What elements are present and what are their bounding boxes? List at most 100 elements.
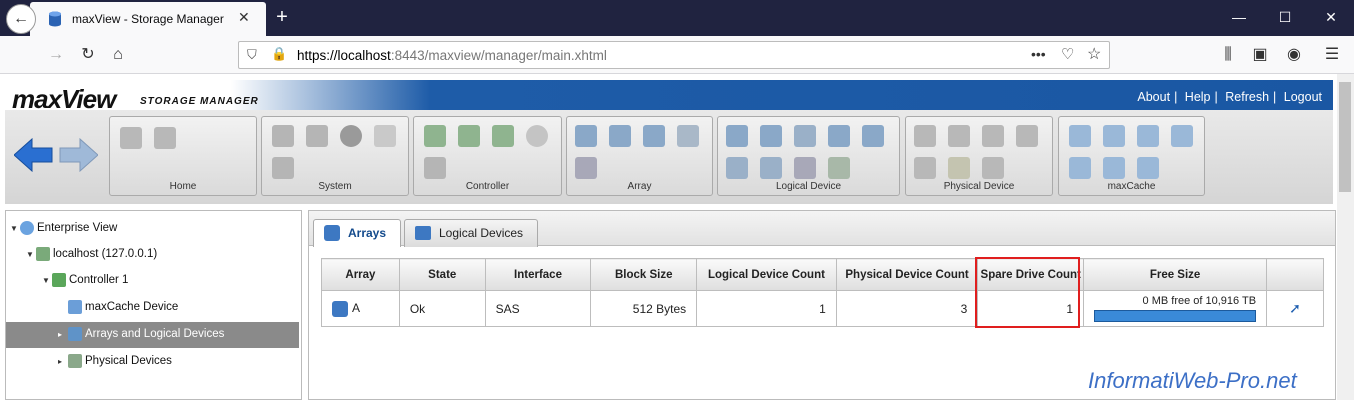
pd-flash-icon[interactable]	[948, 157, 970, 179]
tree-item-maxcache-device[interactable]: maxCache Device	[68, 297, 178, 317]
menu-icon[interactable]: ☰	[1318, 42, 1346, 68]
ld-verify-icon[interactable]	[862, 125, 884, 147]
ld-cache-icon[interactable]	[828, 157, 850, 179]
refresh-link[interactable]: Refresh	[1225, 90, 1269, 104]
column-header[interactable]: Physical Device Count	[835, 258, 979, 291]
collapse-arrow-icon[interactable]: ▸	[58, 325, 68, 345]
tree-item-controller[interactable]: ▼ Controller 1	[42, 270, 128, 290]
array-search-icon[interactable]	[677, 125, 699, 147]
ld-expand-icon[interactable]	[794, 125, 816, 147]
back-arrow-icon[interactable]	[13, 137, 54, 181]
toolbar-group-logical-device: Logical Device	[717, 116, 900, 196]
tree-item-enterprise-view[interactable]: ▼ Enterprise View	[10, 218, 117, 238]
system-settings-icon[interactable]	[272, 125, 294, 147]
minimize-button[interactable]: —	[1216, 0, 1262, 34]
expand-arrow-icon[interactable]: ▼	[10, 219, 20, 239]
shield-icon[interactable]: ⛉	[247, 47, 257, 63]
about-link[interactable]: About	[1137, 90, 1170, 104]
array-tools-icon[interactable]	[609, 125, 631, 147]
pd-verify-icon[interactable]	[1016, 125, 1038, 147]
reload-button[interactable]: ↻	[74, 42, 102, 68]
tree-item-localhost[interactable]: ▼ localhost (127.0.0.1)	[26, 244, 157, 264]
add-system-icon[interactable]	[120, 127, 142, 149]
properties-icon[interactable]	[374, 125, 396, 147]
ld-delete-icon[interactable]	[794, 157, 816, 179]
cache-disable-icon[interactable]	[1137, 125, 1159, 147]
ld-add-icon[interactable]	[760, 125, 782, 147]
browser-tab[interactable]: maxView - Storage Manager ✕	[30, 2, 266, 36]
controller-search-icon[interactable]	[492, 125, 514, 147]
tree-item-arrays-logical-devices[interactable]: ▸ Arrays and Logical Devices	[58, 324, 224, 344]
ld-refresh-icon[interactable]	[828, 125, 850, 147]
gear-icon[interactable]	[340, 125, 362, 147]
toolbar-group-maxcache: maxCache	[1058, 116, 1205, 196]
column-header[interactable]: Interface	[484, 258, 592, 291]
library-icon[interactable]: ⫼	[1214, 42, 1242, 68]
array-settings-icon[interactable]	[575, 125, 597, 147]
tree-item-physical-devices[interactable]: ▸ Physical Devices	[58, 351, 172, 371]
array-delete-icon[interactable]	[575, 157, 597, 179]
logout-link[interactable]: Logout	[1284, 90, 1322, 104]
column-header[interactable]: Array	[321, 258, 400, 291]
cache-delete-icon[interactable]	[1103, 157, 1125, 179]
group-label-system: System	[318, 181, 352, 192]
ld-settings-icon[interactable]	[726, 125, 748, 147]
expand-details-icon[interactable]: ➚	[1266, 290, 1324, 327]
tab-logical-devices[interactable]: Logical Devices	[404, 219, 538, 247]
tab-arrays[interactable]: Arrays	[313, 219, 401, 247]
forward-arrow-icon[interactable]	[58, 137, 99, 181]
pd-delete-icon[interactable]	[982, 157, 1004, 179]
pd-locate-icon[interactable]	[914, 157, 936, 179]
new-tab-button[interactable]: +	[270, 4, 294, 30]
close-window-button[interactable]: ✕	[1308, 0, 1354, 34]
group-label-array: Array	[627, 181, 652, 192]
cache-power-icon[interactable]	[1137, 157, 1159, 179]
expand-arrow-icon[interactable]: ▼	[42, 271, 52, 291]
tree-label: Enterprise View	[37, 222, 118, 234]
lock-warning-icon[interactable]: 🔒	[271, 46, 287, 62]
interface-cell: SAS	[484, 290, 592, 327]
array-modify-icon[interactable]	[643, 125, 665, 147]
controller-tools-icon[interactable]	[458, 125, 480, 147]
sidebar-icon[interactable]: ▣	[1246, 42, 1274, 68]
column-header[interactable]: Block Size	[590, 258, 698, 291]
controller-settings-icon[interactable]	[424, 125, 446, 147]
block-size-cell: 512 Bytes	[590, 290, 698, 327]
home-icon[interactable]: ⌂	[104, 42, 132, 68]
pd-power-icon[interactable]	[982, 125, 1004, 147]
pd-settings-icon[interactable]	[914, 125, 936, 147]
table-row[interactable]: A Ok SAS 512 Bytes 1 3 1 0 MB free of 10…	[321, 290, 1324, 327]
collapse-arrow-icon[interactable]: ▸	[58, 352, 68, 372]
ld-edit-icon[interactable]	[760, 157, 782, 179]
system-tools-icon[interactable]	[306, 125, 328, 147]
forward-button[interactable]: →	[42, 42, 70, 68]
remove-system-icon[interactable]	[154, 127, 176, 149]
free-size-progress-bar	[1094, 310, 1257, 322]
ld-search-icon[interactable]	[726, 157, 748, 179]
close-tab-icon[interactable]: ✕	[238, 9, 250, 26]
expand-arrow-icon[interactable]: ▼	[26, 245, 36, 265]
help-link[interactable]: Help	[1185, 90, 1211, 104]
page-actions-icon[interactable]: •••	[1031, 46, 1046, 62]
alarm-clock-icon[interactable]	[526, 125, 548, 147]
array-name: A	[352, 300, 361, 315]
back-button[interactable]: ←	[6, 4, 36, 34]
spare-drive-highlight-box	[975, 257, 1080, 328]
column-header[interactable]: Free Size	[1083, 258, 1268, 291]
scrollbar-thumb[interactable]	[1339, 82, 1351, 192]
pocket-icon[interactable]: ♡	[1061, 45, 1074, 63]
cache-search-icon[interactable]	[1069, 157, 1091, 179]
bookmark-star-icon[interactable]: ☆	[1087, 44, 1101, 64]
cache-device-icon	[68, 299, 82, 314]
cache-settings-icon[interactable]	[1069, 125, 1091, 147]
maximize-button[interactable]: ☐	[1262, 0, 1308, 34]
column-header[interactable]: State	[398, 258, 486, 291]
padlock-icon[interactable]	[424, 157, 446, 179]
cache-add-icon[interactable]	[1103, 125, 1125, 147]
pd-tools-icon[interactable]	[948, 125, 970, 147]
column-header[interactable]: Logical Device Count	[696, 258, 837, 291]
account-icon[interactable]: ◉	[1280, 42, 1308, 68]
url-bar[interactable]: ⛉ 🔒 https://localhost:8443/maxview/manag…	[238, 41, 1110, 69]
system-search-icon[interactable]	[272, 157, 294, 179]
cache-verify-icon[interactable]	[1171, 125, 1193, 147]
